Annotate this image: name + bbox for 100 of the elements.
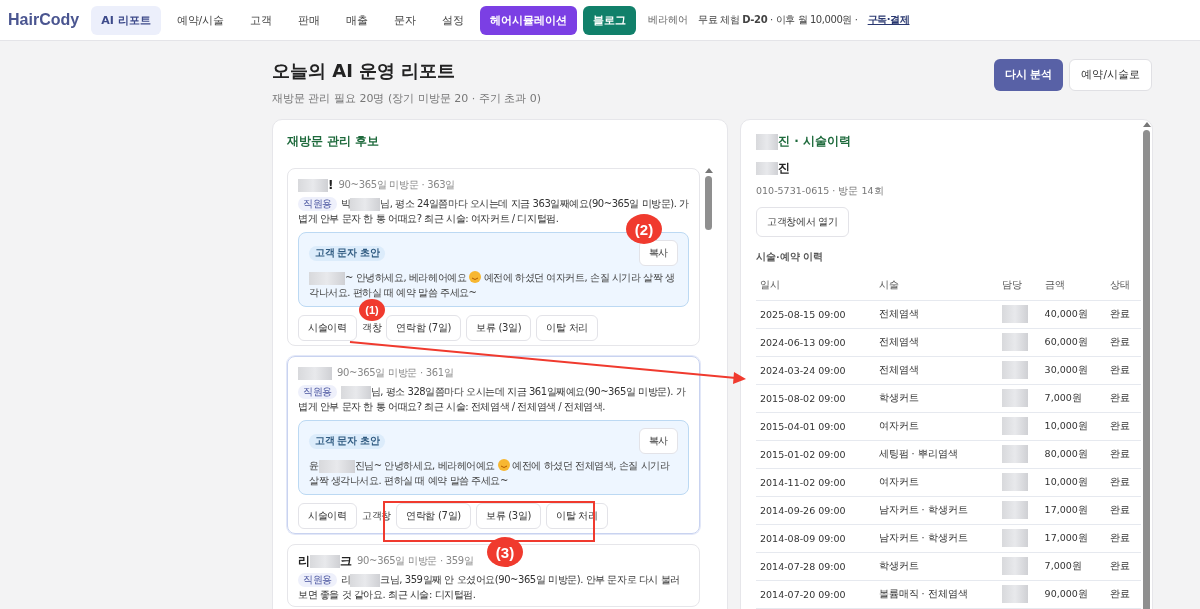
- table-cell: 80,000원: [1040, 440, 1106, 468]
- customer-window-link[interactable]: 객창: [361, 321, 382, 335]
- redacted-name: [1001, 529, 1028, 547]
- draft-label: 고객 문자 초안: [309, 433, 386, 449]
- action-button[interactable]: 연락함 (7일): [386, 315, 462, 341]
- redacted-text: [310, 554, 340, 568]
- column-header: 금액: [1040, 272, 1106, 300]
- draft-label: 고객 문자 초안: [309, 245, 386, 261]
- visit-meta: 90~365일 미방문 · 361일: [337, 366, 454, 380]
- redacted-text: [350, 197, 381, 211]
- table-cell: 2014-07-28 09:00: [756, 552, 875, 580]
- nav-button[interactable]: 헤어시뮬레이션: [480, 5, 578, 35]
- scroll-up-icon[interactable]: [704, 168, 713, 173]
- table-cell: 완료: [1105, 328, 1141, 356]
- redacted-text: [340, 385, 371, 399]
- page-title: 오늘의 AI 운영 리포트: [272, 59, 457, 83]
- column-header: 상태: [1105, 272, 1141, 300]
- page-subtitle: 재방문 관리 필요 20명 (장기 미방문 20 · 주기 초과 0): [272, 91, 542, 106]
- copy-button[interactable]: 복사: [638, 240, 679, 266]
- trial-info: 무료 체험 D-20 · 이후 월 10,000원 ·: [698, 13, 858, 27]
- nav-tab[interactable]: 설정: [432, 5, 475, 35]
- nav-tab[interactable]: AI 리포트: [91, 5, 161, 35]
- redacted-name: [1001, 333, 1028, 351]
- subscribe-link[interactable]: 구독·결제: [867, 13, 910, 27]
- visit-meta: 90~365일 미방문 · 363일: [338, 178, 456, 192]
- table-cell: 완료: [1105, 580, 1141, 608]
- scrollbar-thumb[interactable]: [1143, 130, 1150, 609]
- table-cell: 전체염색: [874, 300, 998, 328]
- action-button[interactable]: 연락함 (7일): [395, 503, 471, 529]
- redacted-name: [1001, 585, 1028, 603]
- scrollbar-thumb[interactable]: [705, 176, 712, 230]
- table-cell: 2014-11-02 09:00: [756, 468, 875, 496]
- table-cell: 7,000원: [1040, 384, 1106, 412]
- table-cell: 세팅펌 · 뿌리염색: [874, 440, 998, 468]
- staff-message: 직원용 리 크님, 359일째 안 오셨어요(90~365일 미방문). 안부 문자로 다시 불러보면 좋을 것 같아요. 최근 시술: 디지털펌.: [298, 572, 681, 602]
- table-cell: 여자커트: [874, 468, 998, 496]
- redacted-name: [1001, 557, 1028, 575]
- table-cell: 7,000원: [1040, 552, 1106, 580]
- shop-name: 베라헤어: [648, 13, 689, 27]
- nav-tab[interactable]: 매출: [336, 5, 379, 35]
- column-header: 담당: [997, 272, 1041, 300]
- table-cell: 볼륨매직 · 전체염색: [874, 580, 998, 608]
- table-cell: 완료: [1105, 496, 1141, 524]
- redacted-name: [1001, 389, 1028, 407]
- scroll-up-icon[interactable]: [1142, 122, 1151, 127]
- redacted-text: [318, 459, 355, 473]
- table-cell: 2014-07-20 09:00: [756, 580, 875, 608]
- table-cell: 2014-08-09 09:00: [756, 524, 875, 552]
- table-cell: 전체염색: [874, 356, 998, 384]
- table-cell: 완료: [1105, 300, 1141, 328]
- nav-button[interactable]: 블로그: [583, 5, 637, 35]
- table-cell: 10,000원: [1040, 468, 1106, 496]
- redacted-name: [1001, 305, 1028, 323]
- table-cell: 학생커트: [874, 552, 998, 580]
- redacted-name: [1001, 501, 1028, 519]
- action-button[interactable]: 보류 (3일): [475, 503, 542, 529]
- table-cell: 학생커트: [874, 384, 998, 412]
- table-cell: 완료: [1105, 356, 1141, 384]
- logo[interactable]: HairCody: [8, 11, 80, 29]
- column-header: 일시: [756, 272, 875, 300]
- nav-tab[interactable]: 예약/시술: [166, 5, 235, 35]
- table-cell: 2015-08-02 09:00: [756, 384, 875, 412]
- table-cell: 완료: [1105, 552, 1141, 580]
- table-cell: 완료: [1105, 524, 1141, 552]
- action-button[interactable]: 시술이력: [298, 315, 357, 341]
- table-cell: 남자커트 · 학생커트: [874, 496, 998, 524]
- customer-name: !: [298, 178, 334, 192]
- table-cell: 2025-08-15 09:00: [756, 300, 875, 328]
- nav-tab[interactable]: 판매: [288, 5, 331, 35]
- table-cell: 전체염색: [874, 328, 998, 356]
- redacted-text: [309, 271, 345, 285]
- table-cell: 완료: [1105, 412, 1141, 440]
- visit-meta: 90~365일 미방문 · 359일: [357, 554, 474, 568]
- table-cell: 60,000원: [1040, 328, 1106, 356]
- open-customer-button[interactable]: 고객창에서 열기: [756, 207, 849, 237]
- panel-title: 재방문 관리 후보: [287, 133, 381, 150]
- action-button[interactable]: 이탈 처리: [536, 315, 599, 341]
- reanalyze-button[interactable]: 다시 분석: [993, 59, 1064, 91]
- nav-tab[interactable]: 문자: [384, 5, 427, 35]
- column-header: 시술: [874, 272, 998, 300]
- section-title: 시술·예약 이력: [756, 251, 824, 264]
- redacted-text: [350, 573, 381, 587]
- reservation-button[interactable]: 예약/시술로: [1069, 59, 1152, 91]
- redacted-name: [1001, 361, 1028, 379]
- table-cell: 10,000원: [1040, 412, 1106, 440]
- redacted-name: [1001, 417, 1028, 435]
- table-cell: 2024-03-24 09:00: [756, 356, 875, 384]
- table-cell: 17,000원: [1040, 524, 1106, 552]
- draft-message: 윤 진님~ 안녕하세요, 베라헤어예요 예전에 하셨던 전체염색, 손질 시기라 살짝 생각나서요. 편하실 때 예약 말씀 주세요~: [309, 458, 671, 488]
- table-cell: 17,000원: [1040, 496, 1106, 524]
- nav-tab[interactable]: 고객: [240, 5, 283, 35]
- action-button[interactable]: 보류 (3일): [466, 315, 532, 341]
- table-cell: 여자커트: [874, 412, 998, 440]
- table-cell: 40,000원: [1040, 300, 1106, 328]
- action-button[interactable]: 시술이력: [298, 503, 357, 529]
- table-cell: 2015-01-02 09:00: [756, 440, 875, 468]
- redacted-name: [1001, 473, 1028, 491]
- table-cell: 90,000원: [1040, 580, 1106, 608]
- copy-button[interactable]: 복사: [638, 428, 679, 454]
- table-cell: 2015-04-01 09:00: [756, 412, 875, 440]
